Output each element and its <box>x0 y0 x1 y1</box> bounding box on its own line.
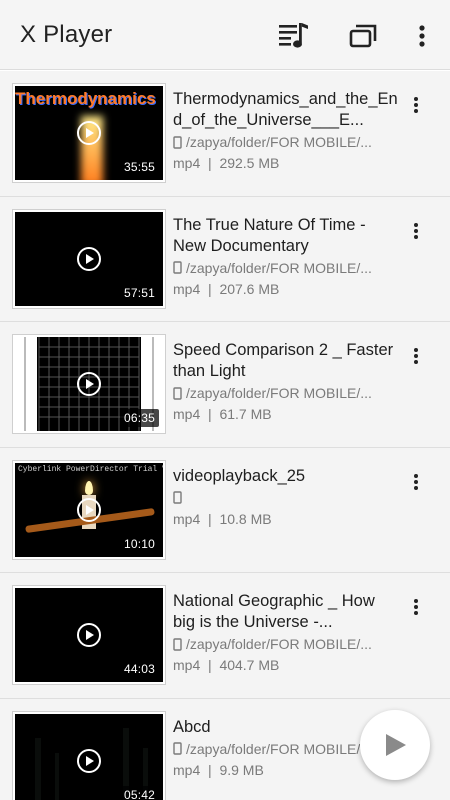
video-list-item[interactable]: 06:35 Speed Comparison 2 _ Faster than L… <box>0 322 450 448</box>
video-size: 404.7 MB <box>219 657 280 673</box>
video-format: mp4 <box>173 657 201 673</box>
video-title: National Geographic _ How big is the Uni… <box>173 592 375 631</box>
thumbnail-watermark: Cyberlink PowerDirector Trial Version <box>18 464 163 474</box>
video-list-item[interactable]: Thermodynamics 35:55 Thermodynamics_and_… <box>0 71 450 197</box>
video-duration: 44:03 <box>119 660 159 678</box>
playlist-button[interactable] <box>276 19 310 53</box>
video-size: 292.5 MB <box>219 155 280 171</box>
video-thumbnail[interactable]: Thermodynamics 35:55 <box>12 83 166 183</box>
more-vertical-icon <box>414 473 418 490</box>
more-vertical-icon <box>414 222 418 239</box>
phone-storage-icon <box>173 135 182 149</box>
thumbnail-title-text: Thermodynamics <box>15 89 156 108</box>
info-separator: | <box>208 510 212 527</box>
video-size: 207.6 MB <box>219 280 280 297</box>
more-vertical-icon <box>414 599 418 615</box>
play-icon <box>77 497 101 522</box>
playlist-music-icon <box>279 23 308 48</box>
popup-window-button[interactable] <box>346 19 380 53</box>
video-path: /zapya/folder/FOR MOBILE/... <box>186 259 372 276</box>
phone-storage-icon <box>173 491 182 504</box>
video-list-item[interactable]: 44:03 National Geographic _ How big is t… <box>0 573 450 699</box>
info-separator: | <box>208 657 212 673</box>
video-format: mp4 <box>173 761 201 778</box>
more-vertical-icon <box>419 25 425 47</box>
more-vertical-icon <box>414 97 418 113</box>
video-size: 9.9 MB <box>219 761 264 778</box>
video-title: Speed Comparison 2 _ Faster than Light <box>173 341 394 380</box>
video-size: 10.8 MB <box>219 510 272 527</box>
video-thumbnail[interactable]: 57:51 <box>12 208 166 309</box>
play-icon <box>77 121 101 145</box>
video-thumbnail[interactable]: Cyberlink PowerDirector Trial Version 10… <box>12 459 166 560</box>
video-path: /zapya/folder/FOR MOBILE/... <box>186 740 372 757</box>
video-path: /zapya/folder/FOR MOBILE/... <box>186 134 372 150</box>
item-more-button[interactable] <box>404 470 428 494</box>
more-vertical-icon <box>414 348 418 364</box>
video-size: 61.7 MB <box>219 406 272 422</box>
info-separator: | <box>208 761 212 778</box>
video-list-item[interactable]: Cyberlink PowerDirector Trial Version 10… <box>0 447 450 573</box>
video-format: mp4 <box>173 280 201 297</box>
phone-storage-icon <box>173 742 182 755</box>
video-format: mp4 <box>173 155 201 171</box>
item-more-button[interactable] <box>404 93 428 117</box>
phone-storage-icon <box>173 261 182 274</box>
play-icon <box>386 734 406 756</box>
info-separator: | <box>208 155 212 171</box>
info-separator: | <box>208 280 212 297</box>
video-duration: 35:55 <box>119 158 159 176</box>
video-list-item[interactable]: 57:51 The True Nature Of Time - New Docu… <box>0 196 450 322</box>
video-duration: 06:35 <box>119 409 159 427</box>
play-icon <box>77 748 101 773</box>
popup-window-icon <box>349 24 377 48</box>
play-icon <box>77 372 101 396</box>
video-duration: 57:51 <box>119 283 159 302</box>
play-fab-button[interactable] <box>360 710 430 780</box>
video-duration: 10:10 <box>119 534 159 553</box>
item-more-button[interactable] <box>404 219 428 243</box>
video-thumbnail[interactable]: 06:35 <box>12 334 166 434</box>
item-more-button[interactable] <box>404 595 428 619</box>
phone-storage-icon <box>173 637 182 651</box>
play-icon <box>77 246 101 271</box>
video-list[interactable]: Thermodynamics 35:55 Thermodynamics_and_… <box>0 71 450 800</box>
phone-storage-icon <box>173 386 182 400</box>
video-thumbnail[interactable]: 05:42 <box>12 710 166 800</box>
video-format: mp4 <box>173 406 201 422</box>
app-title: X Player <box>20 21 113 48</box>
video-format: mp4 <box>173 510 201 527</box>
video-title: videoplayback_25 <box>173 466 306 485</box>
overflow-menu-button[interactable] <box>405 19 439 53</box>
video-path: /zapya/folder/FOR MOBILE/... <box>186 636 372 652</box>
video-title: The True Nature Of Time - New Documentar… <box>173 215 366 255</box>
info-separator: | <box>208 406 212 422</box>
app-bar: X Player <box>0 0 450 70</box>
play-icon <box>77 623 101 647</box>
video-path: /zapya/folder/FOR MOBILE/... <box>186 385 372 401</box>
item-more-button[interactable] <box>404 344 428 368</box>
video-title: Thermodynamics_and_the_End_of_the_Univer… <box>173 90 398 129</box>
video-thumbnail[interactable]: 44:03 <box>12 585 166 685</box>
video-duration: 05:42 <box>119 785 159 800</box>
